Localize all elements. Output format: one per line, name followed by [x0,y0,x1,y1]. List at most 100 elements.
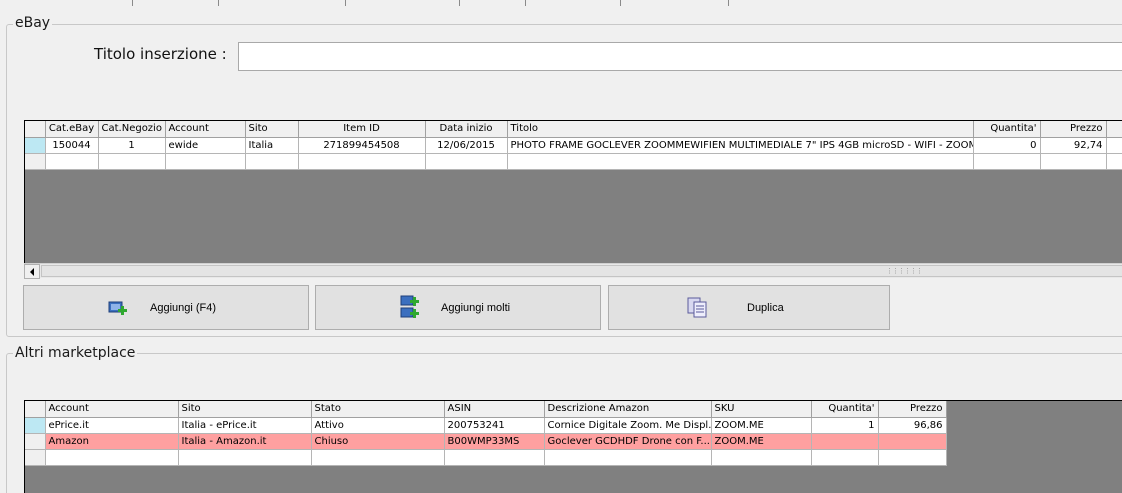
tab-separator [620,0,621,6]
duplica-button[interactable]: Duplica [608,285,890,330]
cell-account[interactable]: ePrice.it [45,417,179,434]
cell-v[interactable] [1106,137,1122,154]
col-header-account[interactable]: Account [45,401,179,418]
col-header-descrizione-amazon[interactable]: Descrizione Amazon [544,401,712,418]
titolo-inserzione-label: Titolo inserzione : [94,45,227,63]
empty-cell[interactable] [245,153,299,170]
tab-separator [345,0,346,6]
empty-cell[interactable] [298,153,426,170]
aggiungi-molti-button-label: Aggiungi molti [441,302,511,314]
empty-cell[interactable] [1106,153,1122,170]
empty-cell[interactable] [178,449,312,466]
col-header-item-id[interactable]: Item ID [298,121,426,138]
cell-sito[interactable]: Italia [245,137,299,154]
cell-sku[interactable]: ZOOM.ME [711,417,812,434]
empty-cell[interactable] [165,153,246,170]
aggiungi-button[interactable]: Aggiungi (F4) [23,285,309,330]
cell-descrizione-amazon[interactable]: Goclever GCDHDF Drone con F... [544,433,712,450]
tab-strip [0,0,1122,6]
aggiungi-button-label: Aggiungi (F4) [150,302,217,314]
empty-cell[interactable] [507,153,974,170]
titolo-inserzione-input[interactable] [238,42,1122,71]
empty-cell[interactable] [973,153,1041,170]
aggiungi-molti-button[interactable]: Aggiungi molti [315,285,601,330]
cell-item-id[interactable]: 271899454508 [298,137,426,154]
scrollbar-thumb[interactable] [41,265,1122,277]
tab-separator [525,0,526,6]
empty-cell[interactable] [45,153,99,170]
row-indicator-header [25,121,46,138]
col-header-sito[interactable]: Sito [245,121,299,138]
cell-quantita[interactable]: 0 [973,137,1041,154]
cell-data-inizio[interactable]: 12/06/2015 [425,137,508,154]
col-header-titolo[interactable]: Titolo [507,121,974,138]
table-row-empty[interactable] [25,449,947,466]
col-header-prezzo[interactable]: Prezzo [878,401,947,418]
row-indicator[interactable] [25,433,46,450]
tab-separator [459,0,460,6]
altri-marketplace-grid[interactable]: Account Sito Stato ASIN Descrizione Amaz… [24,400,1122,493]
duplicate-icon [687,297,709,322]
duplica-button-label: Duplica [747,302,784,314]
cell-sito[interactable]: Italia - ePrice.it [178,417,312,434]
chevron-left-icon [30,267,34,276]
horizontal-scrollbar[interactable]: ⋮⋮⋮⋮⋮⋮ [24,263,1122,279]
cell-quantita[interactable]: 1 [811,417,879,434]
cell-descrizione-amazon[interactable]: Cornice Digitale Zoom. Me Displ... [544,417,712,434]
tab-separator [728,0,729,6]
cell-cat-ebay[interactable]: 150044 [45,137,99,154]
cell-sku[interactable]: ZOOM.ME [711,433,812,450]
col-header-v[interactable]: V [1106,121,1122,138]
cell-prezzo[interactable]: 92,74 [1040,137,1107,154]
cell-titolo[interactable]: PHOTO FRAME GOCLEVER ZOOMMEWIFIEN MULTIM… [507,137,974,154]
col-header-cat-ebay[interactable]: Cat.eBay [45,121,99,138]
row-indicator-header [25,401,46,418]
empty-cell[interactable] [425,153,508,170]
row-indicator[interactable] [25,449,46,466]
empty-cell[interactable] [811,449,879,466]
table-row-empty[interactable] [25,153,1122,170]
col-header-cat-negozio[interactable]: Cat.Negozio [98,121,166,138]
cell-quantita[interactable] [811,433,879,450]
cell-asin[interactable]: B00WMP33MS [444,433,545,450]
cell-stato[interactable]: Attivo [311,417,445,434]
col-header-quantita[interactable]: Quantita' [973,121,1041,138]
scroll-left-arrow[interactable] [24,264,40,279]
cell-cat-negozio[interactable]: 1 [98,137,166,154]
empty-cell[interactable] [98,153,166,170]
cell-prezzo[interactable] [878,433,947,450]
empty-cell[interactable] [444,449,545,466]
col-header-asin[interactable]: ASIN [444,401,545,418]
table-row-closed[interactable]: Amazon Italia - Amazon.it Chiuso B00WMP3… [25,433,947,450]
table-row[interactable]: ePrice.it Italia - ePrice.it Attivo 2007… [25,417,947,434]
cell-prezzo[interactable]: 96,86 [878,417,947,434]
cell-account[interactable]: ewide [165,137,246,154]
empty-cell[interactable] [878,449,947,466]
col-header-prezzo[interactable]: Prezzo [1040,121,1107,138]
col-header-data-inizio[interactable]: Data inizio [425,121,508,138]
empty-cell[interactable] [1040,153,1107,170]
tab-separator [218,0,219,6]
empty-cell[interactable] [544,449,712,466]
empty-cell[interactable] [311,449,445,466]
grid-header-row: Account Sito Stato ASIN Descrizione Amaz… [25,401,947,418]
col-header-sito[interactable]: Sito [178,401,312,418]
empty-cell[interactable] [45,449,179,466]
table-row[interactable]: 150044 1 ewide Italia 271899454508 12/06… [25,137,1122,154]
ebay-listings-grid[interactable]: Cat.eBay Cat.Negozio Account Sito Item I… [24,120,1122,264]
cell-asin[interactable]: 200753241 [444,417,545,434]
cell-stato[interactable]: Chiuso [311,433,445,450]
col-header-stato[interactable]: Stato [311,401,445,418]
altri-marketplace-title: Altri marketplace [13,345,138,361]
col-header-sku[interactable]: SKU [711,401,812,418]
grid-header-row: Cat.eBay Cat.Negozio Account Sito Item I… [25,121,1122,138]
cell-account[interactable]: Amazon [45,433,179,450]
row-indicator[interactable] [25,417,46,434]
add-item-icon [108,300,128,321]
empty-cell[interactable] [711,449,812,466]
cell-sito[interactable]: Italia - Amazon.it [178,433,312,450]
col-header-quantita[interactable]: Quantita' [811,401,879,418]
col-header-account[interactable]: Account [165,121,246,138]
row-indicator[interactable] [25,137,46,154]
row-indicator[interactable] [25,153,46,170]
